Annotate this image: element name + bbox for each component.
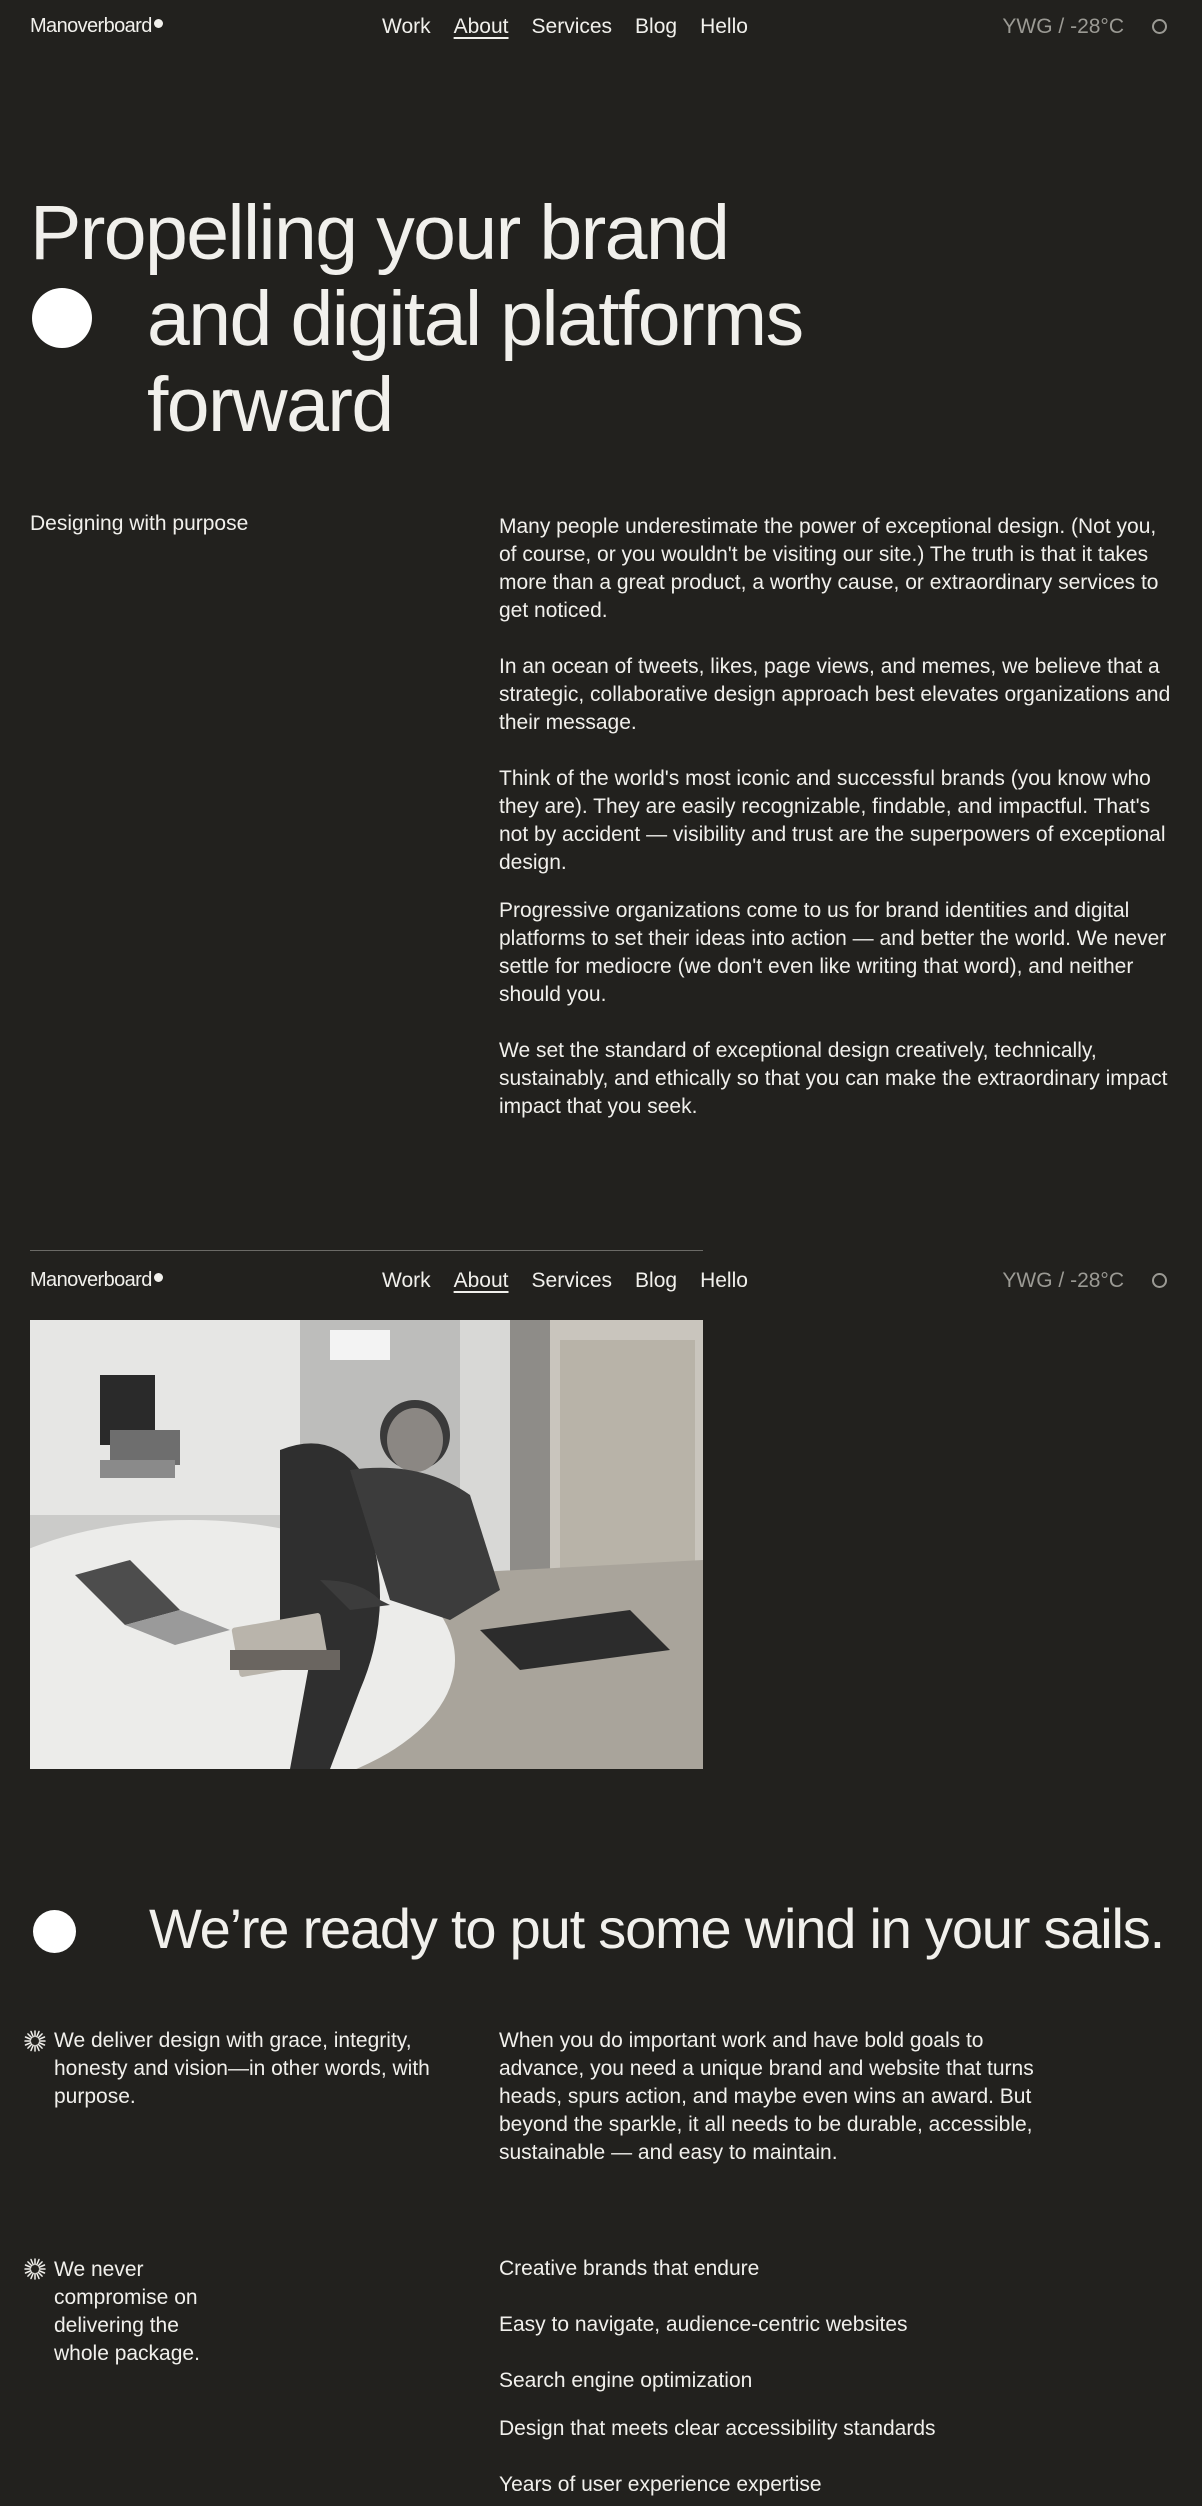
- feature-1-body: When you do important work and have bold…: [499, 2029, 1034, 2164]
- nav-work[interactable]: Work: [382, 1269, 431, 1293]
- sticky-logo-link[interactable]: Manoverboard: [30, 1269, 163, 1292]
- feature-2-text: We never compromise on delivering the wh…: [54, 2258, 200, 2365]
- nav-about[interactable]: About: [454, 1269, 509, 1293]
- nav-blog[interactable]: Blog: [635, 1269, 677, 1293]
- intro-paragraph-3: Think of the world's most iconic and suc…: [499, 767, 1166, 874]
- logo-text: Manoverboard: [30, 1269, 152, 1291]
- logo-dot-icon: [153, 19, 163, 28]
- hero-heading: Propelling your brand and digital platfo…: [30, 190, 1030, 448]
- main-menu: Work About Services Blog Hello: [382, 15, 748, 39]
- sparkle-icon: [24, 2258, 46, 2280]
- logo-text: Manoverboard: [30, 15, 152, 37]
- intro-paragraph-2: In an ocean of tweets, likes, page views…: [499, 655, 1171, 734]
- hero-line-1: Propelling your brand: [30, 190, 730, 276]
- man-at-desk-photo: [30, 1320, 703, 1769]
- intro-paragraph-1: Many people underestimate the power of e…: [499, 515, 1159, 622]
- hero-line-2: and digital platforms: [147, 276, 804, 362]
- nav-blog[interactable]: Blog: [635, 15, 677, 39]
- service-item-2: Easy to navigate, audience-centric websi…: [499, 2313, 908, 2336]
- top-nav: Manoverboard Work About Services Blog He…: [0, 0, 1202, 60]
- weather-readout: YWG / -28°C: [1002, 15, 1124, 38]
- weather-readout: YWG / -28°C: [1002, 1269, 1124, 1292]
- office-photo: [30, 1320, 703, 1769]
- intro-label: Designing with purpose: [30, 512, 249, 535]
- hero-line-3: forward: [147, 362, 394, 448]
- service-item-5: Years of user experience expertise: [499, 2473, 822, 2496]
- service-item-3: Search engine optimization: [499, 2369, 753, 2392]
- nav-hello[interactable]: Hello: [700, 1269, 748, 1293]
- nav-services[interactable]: Services: [532, 15, 613, 39]
- intro-paragraph-4: Progressive organizations come to us for…: [499, 899, 1167, 1006]
- logo-link[interactable]: Manoverboard: [30, 15, 163, 38]
- nav-services[interactable]: Services: [532, 1269, 613, 1293]
- logo-dot-icon: [153, 1273, 163, 1282]
- sticky-main-menu: Work About Services Blog Hello: [382, 1269, 748, 1293]
- nav-hello[interactable]: Hello: [700, 15, 748, 39]
- theme-toggle-icon[interactable]: [1152, 1273, 1167, 1288]
- service-item-1: Creative brands that endure: [499, 2257, 760, 2280]
- nav-about[interactable]: About: [454, 15, 509, 39]
- section-dot-icon: [33, 1910, 76, 1953]
- section-tagline: We’re ready to put some wind in your sai…: [149, 1897, 1165, 1960]
- nav-work[interactable]: Work: [382, 15, 431, 39]
- theme-toggle-icon[interactable]: [1152, 19, 1167, 34]
- divider: [30, 1250, 703, 1251]
- feature-1-text: We deliver design with grace, integrity,…: [54, 2029, 430, 2108]
- sticky-nav: Manoverboard Work About Services Blog He…: [0, 1254, 1202, 1314]
- intro-paragraph-5: We set the standard of exceptional desig…: [499, 1039, 1168, 1118]
- sparkle-icon: [24, 2030, 46, 2052]
- service-item-4: Design that meets clear accessibility st…: [499, 2417, 936, 2440]
